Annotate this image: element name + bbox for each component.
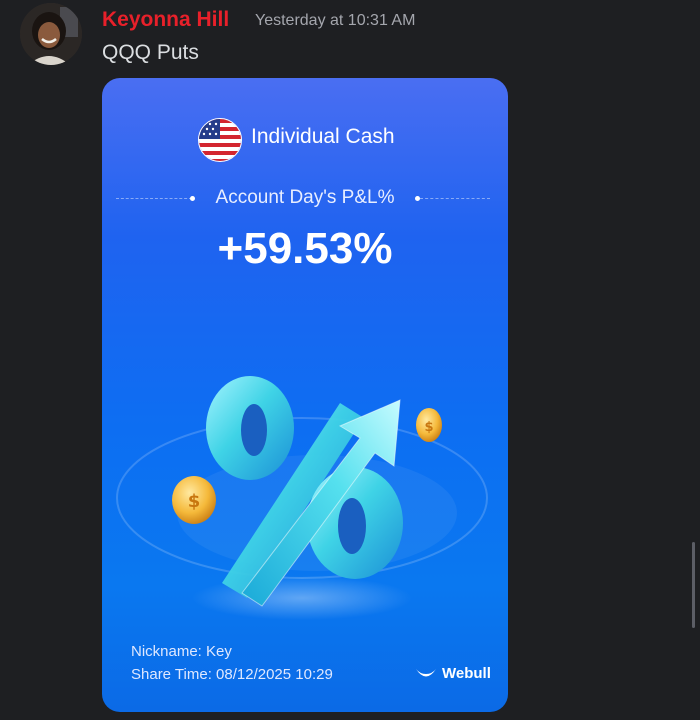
avatar[interactable]	[20, 3, 82, 65]
account-type: Individual Cash	[251, 125, 395, 148]
rising-arrow-percent-illustration: $ $	[116, 376, 488, 620]
brand-logo: Webull	[414, 664, 491, 682]
message-text: QQQ Puts	[102, 41, 199, 64]
coin-icon: $	[172, 476, 216, 524]
svg-text:$: $	[424, 420, 433, 435]
user-avatar-icon	[20, 3, 82, 65]
us-flag-icon	[198, 118, 242, 162]
divider-right	[420, 198, 490, 199]
pnl-value: +59.53%	[217, 224, 393, 273]
coin-icon: $	[416, 408, 442, 442]
webull-logo-icon	[416, 669, 436, 677]
message-timestamp: Yesterday at 10:31 AM	[255, 12, 416, 29]
nickname: Nickname: Key	[131, 643, 232, 660]
brand-name: Webull	[442, 664, 491, 682]
svg-text:$: $	[188, 491, 201, 512]
share-time: Share Time: 08/12/2025 10:29	[131, 666, 333, 683]
scrollbar[interactable]	[692, 542, 695, 628]
shared-pnl-card[interactable]: Individual Cash Account Day's P&L% +59.5…	[102, 78, 508, 712]
message-author[interactable]: Keyonna Hill	[102, 8, 229, 32]
